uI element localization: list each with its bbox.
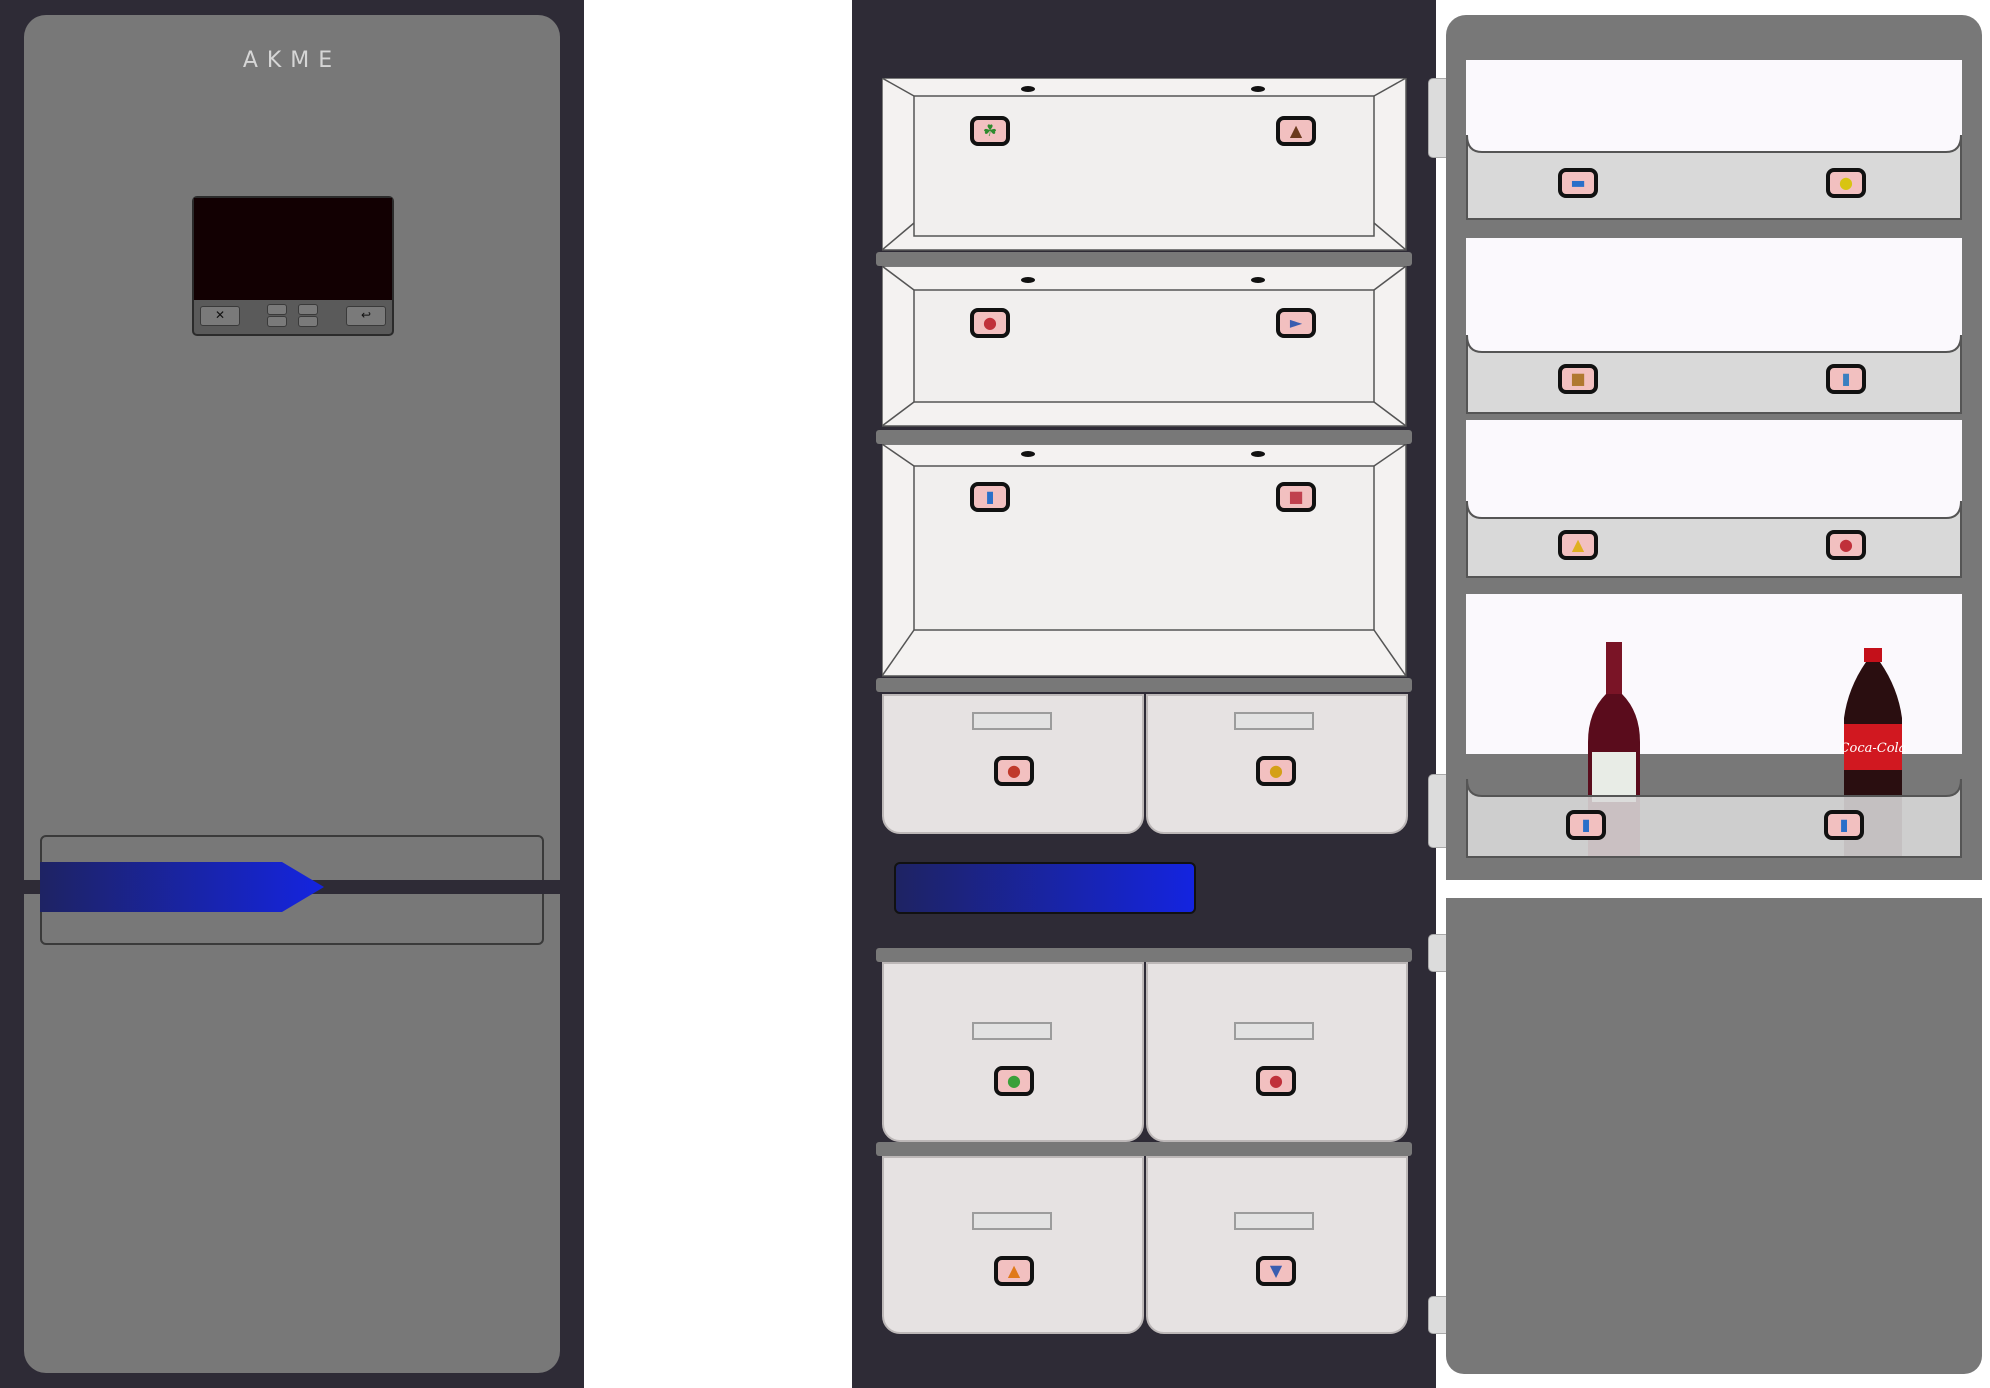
vegetables-icon[interactable]: ●: [994, 756, 1034, 786]
ice-cream-icon[interactable]: ▼: [1256, 1256, 1296, 1286]
door-divider: [1446, 414, 1982, 420]
cake-icon[interactable]: ■: [1276, 482, 1316, 512]
freezer-drawer[interactable]: [882, 962, 1144, 1142]
broccoli-icon[interactable]: ☘: [970, 116, 1010, 146]
door-handle[interactable]: [40, 862, 324, 912]
freezer-shelf: [876, 948, 1412, 962]
left-up-button[interactable]: [267, 304, 287, 315]
freezer-shelf: [876, 1142, 1412, 1156]
drawer-handle[interactable]: [1234, 1022, 1314, 1040]
drawer-handle[interactable]: [972, 1022, 1052, 1040]
door-bin[interactable]: [1466, 500, 1962, 578]
door-divider: [1446, 578, 1982, 594]
right-up-button[interactable]: [298, 304, 318, 315]
drawer-handle[interactable]: [972, 1212, 1052, 1230]
frozen-meat-icon[interactable]: ●: [1256, 1066, 1296, 1096]
wine-bottle-icon[interactable]: ▮: [1566, 810, 1606, 840]
fruits-icon[interactable]: ●: [1256, 756, 1296, 786]
freezer-drawer[interactable]: [1146, 962, 1408, 1142]
refrigerator-compartment: [882, 78, 1407, 677]
freezer-drawer[interactable]: [882, 1156, 1144, 1334]
control-panel-display: [194, 198, 392, 300]
frozen-snacks-icon[interactable]: ▲: [994, 1256, 1034, 1286]
ham-icon[interactable]: ●: [1826, 530, 1866, 560]
door-bin[interactable]: [1466, 778, 1962, 858]
door-divider: [1446, 222, 1982, 238]
door-bin[interactable]: [1466, 134, 1962, 220]
mushroom-icon[interactable]: ▲: [1276, 116, 1316, 146]
freezer-handle[interactable]: [894, 862, 1196, 914]
drawer-handle[interactable]: [972, 712, 1052, 730]
drawer-handle[interactable]: [1234, 712, 1314, 730]
brand-logo: AKME: [242, 48, 342, 73]
canned-food-icon[interactable]: ▬: [1558, 168, 1598, 198]
milk-icon[interactable]: ▮: [970, 482, 1010, 512]
cancel-button[interactable]: ✕: [200, 306, 240, 326]
drawer-handle[interactable]: [1234, 1212, 1314, 1230]
steak-icon[interactable]: ●: [970, 308, 1010, 338]
cheese-icon[interactable]: ▲: [1558, 530, 1598, 560]
soda-bottle-icon[interactable]: ▮: [1824, 810, 1864, 840]
door-bin[interactable]: [1466, 334, 1962, 414]
bread-icon[interactable]: ■: [1558, 364, 1598, 394]
jam-icon[interactable]: ▮: [1826, 364, 1866, 394]
open-door-lower[interactable]: [1446, 898, 1982, 1374]
glass-shelf[interactable]: [876, 678, 1412, 692]
glass-shelf[interactable]: [876, 252, 1412, 266]
frozen-vegetables-icon[interactable]: ●: [994, 1066, 1034, 1096]
glass-shelf[interactable]: [876, 430, 1412, 444]
freezer-drawer[interactable]: [1146, 1156, 1408, 1334]
enter-button[interactable]: ↩: [346, 306, 386, 326]
soda-label: Coca-Cola: [1840, 741, 1907, 756]
right-down-button[interactable]: [298, 316, 318, 327]
lemon-icon[interactable]: ●: [1826, 168, 1866, 198]
fish-icon[interactable]: ►: [1276, 308, 1316, 338]
left-down-button[interactable]: [267, 316, 287, 327]
